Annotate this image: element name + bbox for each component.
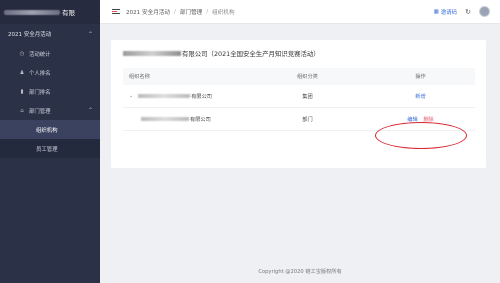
breadcrumb-item[interactable]: 2021 安全月活动 (126, 8, 170, 16)
breadcrumb-separator: / (206, 8, 209, 15)
brand-suffix: 有限 (62, 9, 75, 17)
company-name-redacted (123, 51, 181, 56)
org-name-suffix: 有限公司 (191, 93, 212, 100)
chevron-up-icon: ⌃ (87, 107, 93, 114)
sidebar-item-label: 部门管理 (29, 108, 51, 115)
sidebar-item-label: 个人排名 (29, 70, 51, 77)
sidebar-subitem-organization[interactable]: 组织机构 (0, 120, 100, 139)
sidebar-item-department-ranking[interactable]: ▮ 部门排名 (0, 82, 100, 101)
annotation-ellipse (375, 122, 467, 149)
sidebar-subitem-label: 组织机构 (36, 127, 58, 134)
top-right-tools: ▦ 邀请码 ↻ (434, 6, 490, 17)
actions-cell: 新增 (366, 93, 475, 100)
brand: 有限 (0, 0, 100, 24)
sidebar-item-activity-stats[interactable]: ◷ 活动统计 (0, 44, 100, 63)
main-content: 有限公司（2021全国安全生产月知识竞赛活动） 组织名称 组织分类 操作 ⌄ 有… (100, 24, 500, 259)
qrcode-icon: ▦ (433, 8, 439, 15)
org-name-cell: ⌄ 有限公司 (123, 93, 249, 100)
sidebar-item-label: 部门排名 (29, 89, 51, 96)
sidebar-subitem-employees[interactable]: 员工管理 (0, 139, 100, 158)
header-org-name: 组织名称 (129, 74, 150, 80)
copyright-text: Copyright @2020 链工宝版权所有 (258, 268, 342, 275)
invite-code-button[interactable]: ▦ 邀请码 (434, 8, 457, 16)
table-header: 组织名称 组织分类 操作 (123, 68, 475, 85)
sidebar-subitem-label: 员工管理 (36, 146, 58, 153)
refresh-icon[interactable]: ↻ (464, 8, 472, 16)
org-name-redacted (141, 116, 189, 122)
breadcrumb: 2021 安全月活动 / 部门管理 / 组织机构 (126, 8, 235, 16)
org-category-cell: 集团 (302, 93, 313, 100)
avatar[interactable] (479, 6, 490, 17)
org-name-suffix: 有限公司 (190, 116, 211, 123)
breadcrumb-item[interactable]: 部门管理 (180, 8, 202, 16)
sidebar-item-label: 活动统计 (29, 51, 51, 58)
org-category-cell: 部门 (302, 116, 313, 123)
page-title: 有限公司（2021全国安全生产月知识竞赛活动） (123, 49, 320, 58)
org-name-redacted (138, 93, 191, 99)
header-org-category: 组织分类 (297, 74, 318, 80)
breadcrumb-separator: / (173, 8, 176, 15)
footer: Copyright @2020 链工宝版权所有 (100, 259, 500, 283)
org-name-cell: 有限公司 (123, 116, 249, 123)
clock-icon: ◷ (19, 50, 25, 57)
header-actions: 操作 (415, 74, 426, 80)
add-button[interactable]: 新增 (415, 94, 425, 100)
top-bar: 2021 安全月活动 / 部门管理 / 组织机构 ▦ 邀请码 ↻ (100, 0, 500, 24)
chevron-up-icon: ⌃ (87, 30, 93, 38)
table-row: ⌄ 有限公司 集团 新增 (123, 85, 475, 108)
bar-chart-icon: ▮ (20, 88, 24, 95)
title-suffix: 有限公司（2021全国安全生产月知识竞赛活动） (182, 50, 320, 58)
sidebar-item-personal-ranking[interactable]: ♟ 个人排名 (0, 63, 100, 82)
home-icon: ⌂ (20, 107, 24, 114)
invite-code-label: 邀请码 (440, 9, 457, 16)
menu-group-activity[interactable]: 2021 安全月活动 ⌃ (0, 24, 100, 44)
collapse-arrow-icon[interactable]: ⌄ (129, 93, 133, 99)
person-icon: ♟ (19, 69, 25, 76)
app-root: 有限 2021 安全月活动 ⌃ ◷ 活动统计 ♟ 个人排名 ▮ 部门排名 ⌂ 部… (0, 0, 500, 283)
sidebar: 有限 2021 安全月活动 ⌃ ◷ 活动统计 ♟ 个人排名 ▮ 部门排名 ⌂ 部… (0, 0, 100, 283)
sidebar-item-department-management[interactable]: ⌂ 部门管理 ⌃ (0, 101, 100, 120)
brand-name-redacted (4, 9, 60, 15)
menu-toggle-icon[interactable] (112, 8, 120, 15)
organization-card: 有限公司（2021全国安全生产月知识竞赛活动） 组织名称 组织分类 操作 ⌄ 有… (111, 40, 486, 168)
menu-group-label: 2021 安全月活动 (8, 32, 52, 38)
breadcrumb-current: 组织机构 (212, 9, 235, 16)
